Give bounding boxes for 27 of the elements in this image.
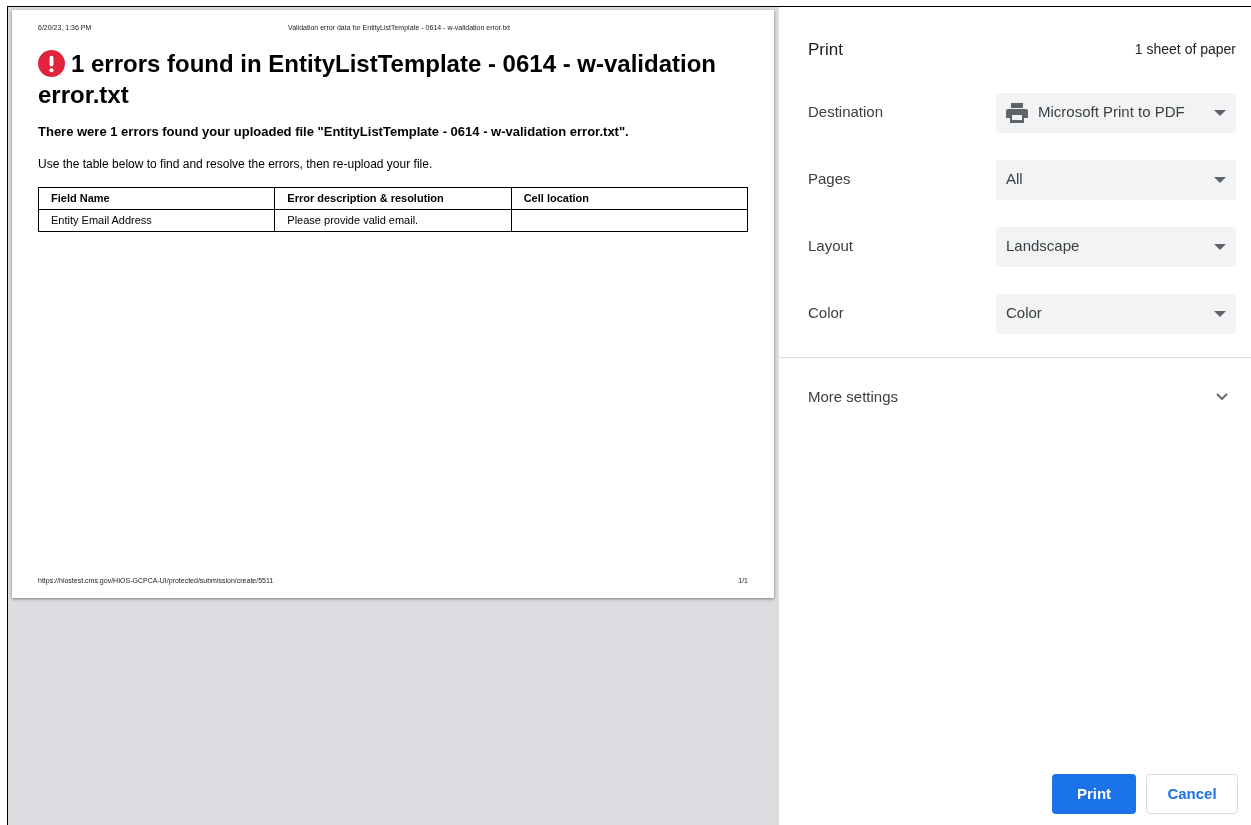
panel-title: Print: [808, 39, 843, 61]
dropdown-caret-icon: [1214, 310, 1226, 317]
dropdown-caret-icon: [1214, 109, 1226, 116]
more-settings-toggle[interactable]: More settings: [779, 385, 1251, 408]
setting-label: Pages: [808, 169, 851, 190]
column-header: Error description & resolution: [274, 187, 512, 209]
setting-label: Destination: [808, 102, 884, 123]
table-cell: Entity Email Address: [38, 209, 275, 231]
setting-dropdown[interactable]: Color: [996, 293, 1236, 334]
sheet-count: 1 sheet of paper: [1134, 40, 1236, 60]
setting-dropdown[interactable]: All: [996, 159, 1236, 200]
setting-label: Color: [808, 303, 844, 324]
table-cell: Please provide valid email.: [274, 209, 512, 231]
column-header: Field Name: [38, 187, 275, 209]
error-heading: 1 errors found in EntityListTemplate - 0614 - w-validation error.txt: [38, 48, 717, 110]
print-button[interactable]: Print: [1052, 774, 1136, 814]
setting-dropdown[interactable]: Landscape: [996, 226, 1236, 267]
dropdown-caret-icon: [1214, 176, 1226, 183]
dropdown-caret-icon: [1214, 243, 1226, 250]
cancel-button[interactable]: Cancel: [1146, 774, 1238, 814]
instruction-text: Use the table below to find and resolve the errors, then re-upload your file.: [38, 156, 434, 173]
setting-label: Layout: [808, 236, 854, 257]
summary-text: There were 1 errors found your uploaded file "EntityListTemplate - 0614 - w-validation error.txt".: [38, 122, 630, 141]
column-header: Cell location: [511, 187, 748, 209]
printer-icon: [1006, 102, 1028, 123]
setting-dropdown[interactable]: Microsoft Print to PDF: [996, 92, 1236, 133]
error-icon: [38, 49, 65, 77]
